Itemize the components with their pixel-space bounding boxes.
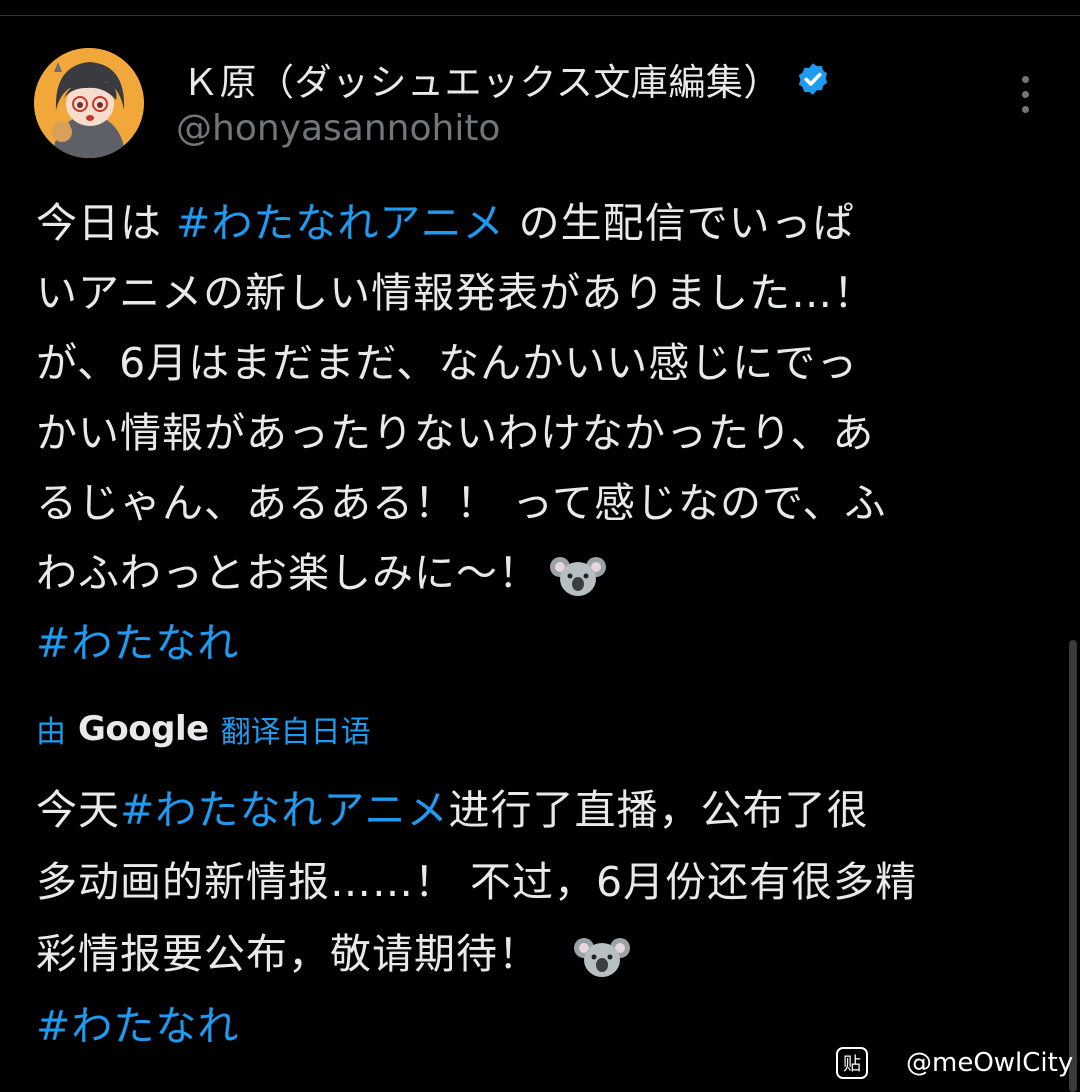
translated-text: 今天#わたなれアニメ进行了直播，公布了很 多动画的新情报……！ 不过，6月份还有… (36, 774, 1046, 1062)
koala-emoji-icon (550, 557, 606, 596)
verified-badge-icon (798, 63, 827, 95)
translation-line: 多动画的新情报……！ 不过，6月份还有很多精 (36, 858, 918, 906)
author-avatar[interactable] (34, 48, 144, 158)
hashtag-footer-link[interactable]: #わたなれ (36, 619, 239, 667)
author-name-row[interactable]: Ｋ原（ダッシュエックス文庫編集） (182, 54, 831, 104)
tweet-line: #わたなれ (36, 608, 1046, 678)
watermark: 贴 @meOwlCity (836, 1044, 1073, 1082)
translation-line: 今天#わたなれアニメ进行了直播，公布了很 (36, 786, 869, 834)
tweet-text: 今日は #わたなれアニメ の生配信でいっぱ いアニメの新しい情報発表がありました… (36, 188, 1046, 678)
tweet-line: るじゃん、あるある！！ って感じなので、ふ (36, 479, 887, 527)
hashtag-footer-link[interactable]: #わたなれ (36, 1002, 239, 1050)
tieba-logo-icon: 贴 (836, 1047, 868, 1079)
tweet-line: 今日は #わたなれアニメ の生配信でいっぱ (36, 199, 855, 247)
tweet-line: いアニメの新しい情報発表がありました…！ (36, 269, 876, 317)
translation-line: 彩情报要公布，敬请期待！ (36, 918, 1046, 990)
top-divider (0, 15, 1080, 16)
koala-emoji-icon (574, 938, 630, 977)
hashtag-link[interactable]: #わたなれアニメ (176, 199, 505, 247)
author-handle[interactable]: @honyasannohito (176, 108, 500, 149)
translated-by-google[interactable]: 由 Google 翻译自日语 (36, 706, 371, 752)
author-name[interactable]: Ｋ原（ダッシュエックス文庫編集） (182, 52, 781, 106)
watermark-text: @meOwlCity (906, 1048, 1074, 1078)
scrollbar[interactable] (1069, 640, 1077, 1092)
more-options-icon[interactable] (1014, 76, 1036, 116)
tweet-line: かい情報があったりないわけなかったり、あ (36, 409, 875, 457)
tweet-line: わふわっとお楽しみに～！ (36, 538, 1046, 608)
tweet-line: が、6月はまだまだ、なんかいい感じにでっ (36, 339, 859, 387)
google-logo: Google (78, 709, 209, 749)
hashtag-link[interactable]: #わたなれアニメ (120, 786, 449, 834)
anime-girl-avatar-icon (34, 48, 144, 158)
